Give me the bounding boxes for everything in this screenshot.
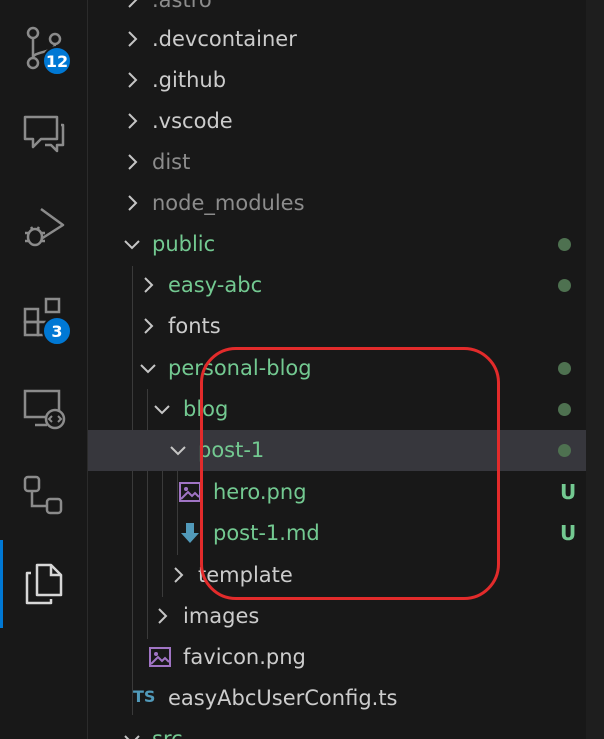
tree-item-dist[interactable]: dist <box>88 142 604 183</box>
chat-icon <box>23 115 65 153</box>
tree-item-vscode[interactable]: .vscode <box>88 101 604 142</box>
explorer-tree: .astro .devcontainer .github .vscode dis… <box>88 0 604 739</box>
chevron-down-icon <box>170 446 186 456</box>
chevron-down-icon <box>154 405 170 415</box>
tree-item-fonts[interactable]: fonts <box>88 306 604 347</box>
tree-item-personal-blog[interactable]: personal-blog <box>88 348 604 389</box>
chevron-right-icon <box>144 318 154 334</box>
chevron-right-icon <box>128 0 138 8</box>
tree-item-github[interactable]: .github <box>88 60 604 101</box>
tree-item-post-1-folder[interactable]: post-1 <box>88 430 604 471</box>
source-control-badge: 12 <box>42 46 72 76</box>
markdown-file-icon <box>181 523 199 543</box>
git-modified-dot <box>558 444 571 457</box>
remote-explorer-button[interactable] <box>0 378 88 438</box>
chevron-right-icon <box>128 72 138 88</box>
git-graph-icon <box>23 475 63 515</box>
extensions-button[interactable]: 3 <box>0 286 88 346</box>
git-untracked-status: U <box>560 521 577 545</box>
tree-item-devcontainer[interactable]: .devcontainer <box>88 19 604 60</box>
remote-explorer-icon <box>23 389 66 430</box>
tree-item-astro[interactable]: .astro <box>88 0 604 21</box>
git-modified-dot <box>558 362 571 375</box>
tree-item-blog[interactable]: blog <box>88 389 604 430</box>
tree-item-public[interactable]: public <box>88 224 604 265</box>
chevron-right-icon <box>128 195 138 211</box>
explorer-icon <box>25 563 63 605</box>
tree-item-node-modules[interactable]: node_modules <box>88 183 604 224</box>
image-file-icon <box>149 647 171 667</box>
run-and-debug-icon <box>25 207 65 247</box>
chevron-right-icon <box>144 277 154 293</box>
activity-bar: 12 3 <box>0 0 88 739</box>
chevron-right-icon <box>128 31 138 47</box>
chevron-right-icon <box>128 154 138 170</box>
git-modified-dot <box>558 238 571 251</box>
chevron-right-icon <box>158 608 168 624</box>
chevron-right-icon <box>174 567 184 583</box>
git-modified-dot <box>558 279 571 292</box>
image-file-icon <box>179 482 201 502</box>
tree-item-hero-png[interactable]: hero.png U <box>88 472 604 513</box>
run-and-debug-button[interactable] <box>0 196 88 256</box>
git-untracked-status: U <box>560 480 577 504</box>
source-control-button[interactable]: 12 <box>0 18 88 78</box>
chevron-down-icon <box>140 364 156 374</box>
chat-button[interactable] <box>0 102 88 162</box>
git-modified-dot <box>558 403 571 416</box>
extensions-badge: 3 <box>42 316 72 346</box>
tree-item-easy-abc[interactable]: easy-abc <box>88 265 604 306</box>
explorer-button[interactable] <box>0 554 88 614</box>
scrollbar[interactable] <box>586 0 604 739</box>
tree-item-post-1-md[interactable]: post-1.md U <box>88 513 604 554</box>
chevron-down-icon <box>124 240 140 250</box>
chevron-right-icon <box>128 113 138 129</box>
git-graph-button[interactable] <box>0 466 88 526</box>
chevron-down-icon <box>124 735 140 739</box>
tree-item-favicon-png[interactable]: favicon.png <box>88 637 604 678</box>
typescript-file-icon: TS <box>133 687 156 706</box>
tree-item-src[interactable]: src <box>88 719 604 739</box>
tree-item-template[interactable]: template <box>88 555 604 596</box>
tree-item-images[interactable]: images <box>88 596 604 637</box>
tree-item-easyabcuserconfig-ts[interactable]: TS easyAbcUserConfig.ts <box>88 678 604 719</box>
